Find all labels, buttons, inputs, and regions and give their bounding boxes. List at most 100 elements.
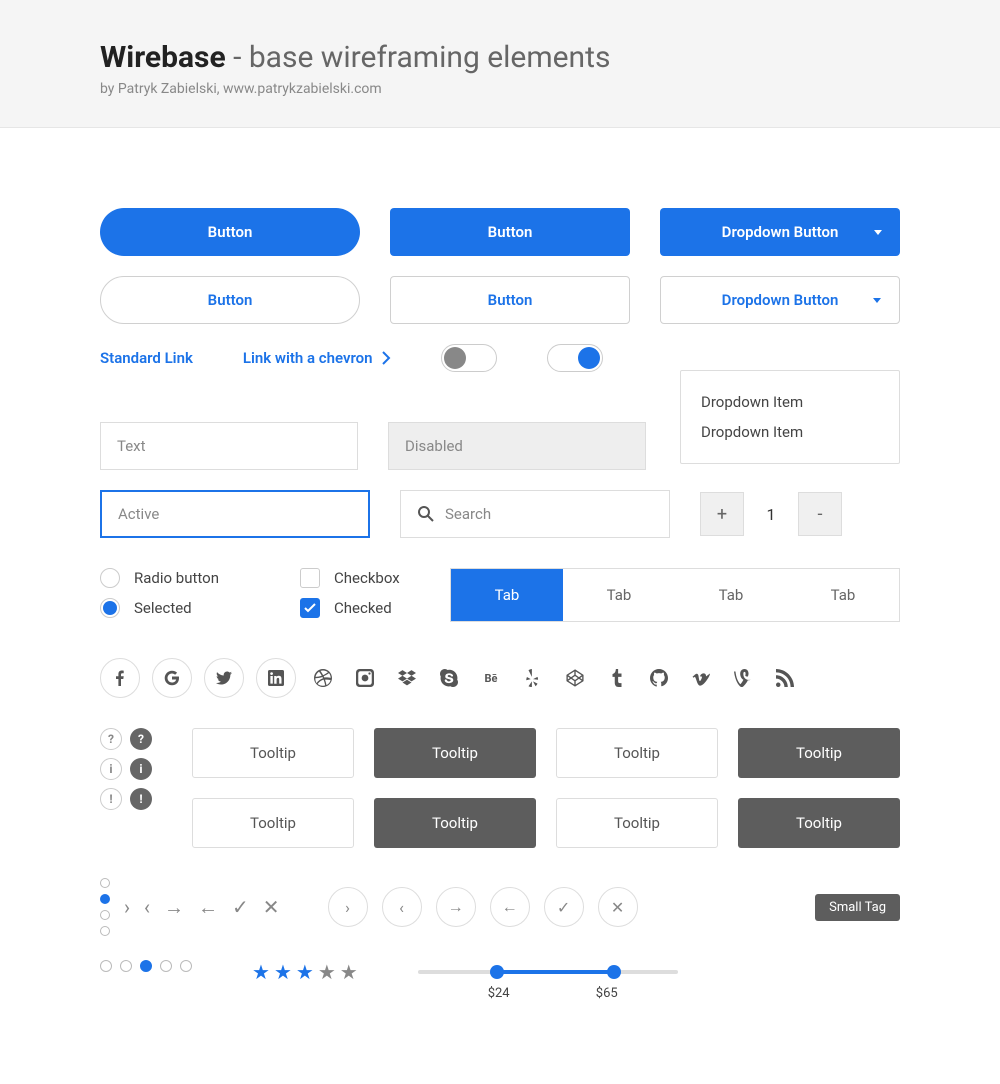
- search-icon: [417, 505, 435, 523]
- linkedin-icon[interactable]: [256, 658, 296, 698]
- primary-rect-button[interactable]: Button: [390, 208, 630, 256]
- yelp-icon[interactable]: [518, 663, 548, 693]
- github-icon[interactable]: [644, 663, 674, 693]
- tab-active[interactable]: Tab: [451, 569, 563, 621]
- disabled-input: Disabled: [388, 422, 646, 470]
- page-header: Wirebase - base wireframing elements by …: [0, 0, 1000, 128]
- star-empty-icon: ★: [340, 960, 358, 984]
- chevron-right-icon: [381, 351, 391, 365]
- social-icons-row: Bē: [100, 658, 900, 698]
- vimeo-icon[interactable]: [686, 663, 716, 693]
- dropdown-item[interactable]: Dropdown Item: [701, 387, 879, 417]
- instagram-icon[interactable]: [350, 663, 380, 693]
- toggle-on[interactable]: [547, 344, 603, 372]
- tooltip-light: Tooltip: [556, 798, 718, 848]
- chevron-link[interactable]: Link with a chevron: [243, 349, 391, 367]
- text-input[interactable]: Text: [100, 422, 358, 470]
- tooltip-dark: Tooltip: [374, 798, 536, 848]
- rss-icon[interactable]: [770, 663, 800, 693]
- circle-chevron-left[interactable]: ‹: [382, 887, 422, 927]
- chevron-left-icon[interactable]: ‹: [144, 895, 150, 919]
- behance-icon[interactable]: Bē: [476, 663, 506, 693]
- page-title: Wirebase - base wireframing elements: [100, 40, 900, 75]
- star-empty-icon: ★: [318, 960, 336, 984]
- stepper-value: 1: [756, 505, 786, 524]
- alert-badge-light[interactable]: !: [100, 788, 122, 810]
- star-rating[interactable]: ★ ★ ★ ★ ★: [252, 960, 358, 984]
- tumblr-icon[interactable]: [602, 663, 632, 693]
- google-icon[interactable]: [152, 658, 192, 698]
- outline-dropdown-button[interactable]: Dropdown Button: [660, 276, 900, 324]
- info-badge-light[interactable]: i: [100, 758, 122, 780]
- star-filled-icon: ★: [252, 960, 270, 984]
- slider-handle-min[interactable]: [490, 965, 504, 979]
- circle-arrow-left[interactable]: ←: [490, 887, 530, 927]
- outline-rect-button[interactable]: Button: [390, 276, 630, 324]
- tooltip-dark: Tooltip: [738, 728, 900, 778]
- circle-arrow-right[interactable]: →: [436, 887, 476, 927]
- vine-icon[interactable]: [728, 663, 758, 693]
- range-slider[interactable]: [418, 970, 678, 974]
- tab[interactable]: Tab: [563, 569, 675, 621]
- checkbox-label: Checkbox: [334, 569, 400, 587]
- help-badge-light[interactable]: ?: [100, 728, 122, 750]
- radio-label: Radio button: [134, 569, 219, 587]
- chevron-right-icon[interactable]: ›: [124, 895, 130, 919]
- radio-selected[interactable]: [100, 598, 120, 618]
- tooltip-light: Tooltip: [556, 728, 718, 778]
- primary-pill-button[interactable]: Button: [100, 208, 360, 256]
- stepper-increment[interactable]: +: [700, 492, 744, 536]
- star-filled-icon: ★: [296, 960, 314, 984]
- checkbox-label: Checked: [334, 599, 392, 617]
- checkbox-unchecked[interactable]: [300, 568, 320, 588]
- facebook-icon[interactable]: [100, 658, 140, 698]
- close-icon[interactable]: ✕: [263, 895, 280, 919]
- alert-badge-dark[interactable]: !: [130, 788, 152, 810]
- radio-label: Selected: [134, 599, 192, 617]
- slider-handle-max[interactable]: [607, 965, 621, 979]
- vertical-dots: [100, 878, 110, 936]
- slider-max-label: $65: [596, 986, 618, 1001]
- stepper-decrement[interactable]: -: [798, 492, 842, 536]
- tab-group: Tab Tab Tab Tab: [450, 568, 900, 622]
- check-icon[interactable]: ✓: [232, 895, 249, 919]
- radio-unselected[interactable]: [100, 568, 120, 588]
- codepen-icon[interactable]: [560, 663, 590, 693]
- star-filled-icon: ★: [274, 960, 292, 984]
- dropdown-menu: Dropdown Item Dropdown Item: [680, 370, 900, 464]
- page-byline: by Patryk Zabielski, www.patrykzabielski…: [100, 81, 900, 97]
- pagination-dots[interactable]: [100, 960, 192, 972]
- standard-link[interactable]: Standard Link: [100, 349, 193, 367]
- tab[interactable]: Tab: [675, 569, 787, 621]
- tooltip-dark: Tooltip: [374, 728, 536, 778]
- circle-close[interactable]: ✕: [598, 887, 638, 927]
- check-icon: [304, 603, 316, 613]
- skype-icon[interactable]: [434, 663, 464, 693]
- dribbble-icon[interactable]: [308, 663, 338, 693]
- toggle-off[interactable]: [441, 344, 497, 372]
- chevron-down-icon: [873, 298, 881, 303]
- quantity-stepper: + 1 -: [700, 492, 842, 536]
- dropdown-item[interactable]: Dropdown Item: [701, 417, 879, 447]
- info-badge-column: ?? ii !!: [100, 728, 152, 810]
- outline-pill-button[interactable]: Button: [100, 276, 360, 324]
- tab[interactable]: Tab: [787, 569, 899, 621]
- info-badge-dark[interactable]: i: [130, 758, 152, 780]
- help-badge-dark[interactable]: ?: [130, 728, 152, 750]
- circle-check[interactable]: ✓: [544, 887, 584, 927]
- chevron-down-icon: [874, 230, 882, 235]
- circle-chevron-right[interactable]: ›: [328, 887, 368, 927]
- tooltip-dark: Tooltip: [738, 798, 900, 848]
- primary-dropdown-button[interactable]: Dropdown Button: [660, 208, 900, 256]
- arrow-left-icon[interactable]: ←: [198, 895, 218, 920]
- tooltip-light: Tooltip: [192, 728, 354, 778]
- dropbox-icon[interactable]: [392, 663, 422, 693]
- small-tag: Small Tag: [815, 894, 900, 921]
- arrow-right-icon[interactable]: →: [164, 895, 184, 920]
- slider-min-label: $24: [488, 986, 510, 1001]
- active-input[interactable]: Active: [100, 490, 370, 538]
- twitter-icon[interactable]: [204, 658, 244, 698]
- tooltip-light: Tooltip: [192, 798, 354, 848]
- checkbox-checked[interactable]: [300, 598, 320, 618]
- search-input[interactable]: Search: [400, 490, 670, 538]
